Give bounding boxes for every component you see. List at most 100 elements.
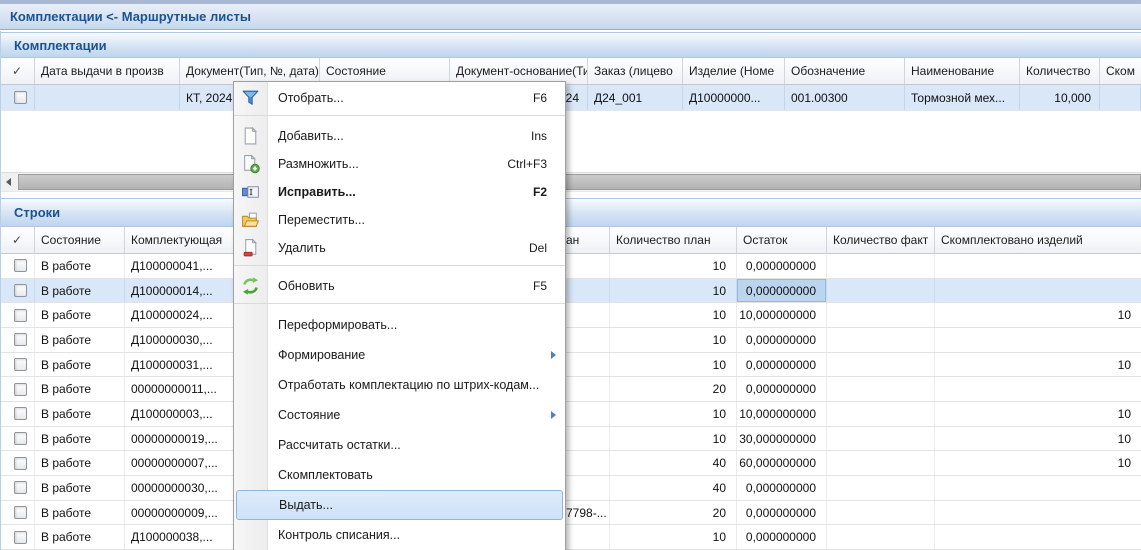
- cell-date-issued[interactable]: [35, 85, 180, 110]
- cell-assembled-items[interactable]: 10: [935, 451, 1141, 475]
- cell-remainder[interactable]: 0,000000000: [737, 254, 827, 278]
- cell-checkbox[interactable]: [0, 254, 35, 278]
- row-checkbox[interactable]: [14, 383, 27, 396]
- row-checkbox[interactable]: [14, 333, 27, 346]
- table-row[interactable]: В работе Д100000024,... 10 10,000000000 …: [0, 303, 1141, 328]
- cell-qty-plan[interactable]: 20: [610, 377, 737, 401]
- cell-assembled-items[interactable]: [935, 254, 1141, 278]
- cell-state[interactable]: В работе: [35, 303, 125, 327]
- cell-part[interactable]: 00000000009,...: [125, 501, 237, 525]
- row-checkbox[interactable]: [14, 358, 27, 371]
- cell-assembled-items[interactable]: [935, 525, 1141, 549]
- column-header-state[interactable]: Состояние: [35, 227, 125, 253]
- cell-qty-fact[interactable]: [827, 254, 935, 278]
- cell-state[interactable]: В работе: [35, 254, 125, 278]
- cell-state[interactable]: В работе: [35, 525, 125, 549]
- cell-qty-fact[interactable]: [827, 476, 935, 500]
- cell-checkbox[interactable]: [0, 85, 35, 110]
- cell-checkbox[interactable]: [0, 303, 35, 327]
- column-header-qty-fact[interactable]: Количество факт: [827, 227, 935, 253]
- column-header-select-all[interactable]: ✓: [0, 227, 35, 253]
- column-header-qty-plan[interactable]: Количество план: [610, 227, 737, 253]
- column-header-product[interactable]: Изделие (Номе: [683, 58, 785, 84]
- cell-checkbox[interactable]: [0, 279, 35, 303]
- cell-checkbox[interactable]: [0, 402, 35, 426]
- cell-part[interactable]: Д100000014,...: [125, 279, 237, 303]
- cell-part[interactable]: Д100000030,...: [125, 328, 237, 352]
- cell-qty-plan[interactable]: 20: [610, 501, 737, 525]
- context-menu-item[interactable]: Удалить Del: [234, 234, 565, 262]
- column-header-select-all[interactable]: ✓: [0, 58, 35, 84]
- cell-assembled-items[interactable]: [935, 377, 1141, 401]
- cell-state[interactable]: В работе: [35, 377, 125, 401]
- cell-qty-fact[interactable]: [827, 402, 935, 426]
- cell-product[interactable]: Д10000000...: [683, 85, 785, 110]
- scroll-left-button[interactable]: [0, 173, 17, 191]
- context-menu-item[interactable]: Формирование: [234, 340, 565, 370]
- cell-assembled-items[interactable]: [935, 279, 1141, 303]
- cell-remainder[interactable]: 0,000000000: [737, 353, 827, 377]
- cell-remainder[interactable]: 10,000000000: [737, 303, 827, 327]
- column-header-quantity[interactable]: Количество: [1020, 58, 1100, 84]
- cell-part[interactable]: 00000000011,...: [125, 377, 237, 401]
- context-menu-item[interactable]: Рассчитать остатки...: [234, 430, 565, 460]
- row-checkbox[interactable]: [14, 309, 27, 322]
- table-row[interactable]: В работе 00000000030,... 40 0,000000000: [0, 476, 1141, 501]
- context-menu-item[interactable]: Исправить... F2: [234, 178, 565, 206]
- cell-qty-fact[interactable]: [827, 525, 935, 549]
- cell-state[interactable]: В работе: [35, 451, 125, 475]
- cell-qty-plan[interactable]: 10: [610, 525, 737, 549]
- cell-quantity[interactable]: 10,000: [1020, 85, 1100, 110]
- cell-state[interactable]: В работе: [35, 353, 125, 377]
- cell-checkbox[interactable]: [0, 476, 35, 500]
- column-header-designation[interactable]: Обозначение: [785, 58, 905, 84]
- cell-state[interactable]: В работе: [35, 402, 125, 426]
- cell-assembled-items[interactable]: [935, 476, 1141, 500]
- cell-assembled-items[interactable]: 10: [935, 303, 1141, 327]
- column-header-remainder[interactable]: Остаток: [737, 227, 827, 253]
- cell-qty-plan[interactable]: 10: [610, 279, 737, 303]
- cell-qty-plan[interactable]: 10: [610, 254, 737, 278]
- cell-designation[interactable]: 001.00300: [785, 85, 905, 110]
- row-checkbox[interactable]: [14, 432, 27, 445]
- context-menu-item[interactable]: Состояние: [234, 400, 565, 430]
- cell-state[interactable]: В работе: [35, 427, 125, 451]
- table-row[interactable]: В работе 00000000009,... 7798-... 20 0,0…: [0, 501, 1141, 526]
- cell-qty-plan[interactable]: 40: [610, 451, 737, 475]
- cell-remainder[interactable]: 0,000000000: [737, 476, 827, 500]
- table-row[interactable]: В работе Д100000003,... 10 10,000000000 …: [0, 402, 1141, 427]
- cell-part[interactable]: 00000000019,...: [125, 427, 237, 451]
- cell-qty-fact[interactable]: [827, 279, 935, 303]
- cell-state[interactable]: В работе: [35, 501, 125, 525]
- column-header-date-issued[interactable]: Дата выдачи в произв: [35, 58, 180, 84]
- table-row[interactable]: В работе Д100000041,... 10 0,000000000: [0, 254, 1141, 279]
- table-row[interactable]: В работе 00000000007,... 40 60,000000000…: [0, 451, 1141, 476]
- cell-qty-plan[interactable]: 10: [610, 328, 737, 352]
- cell-assembled[interactable]: [1100, 85, 1141, 110]
- cell-qty-fact[interactable]: [827, 377, 935, 401]
- cell-state[interactable]: В работе: [35, 279, 125, 303]
- cell-remainder[interactable]: 0,000000000: [737, 279, 827, 303]
- context-menu-item[interactable]: Размножить... Ctrl+F3: [234, 150, 565, 178]
- context-menu-item[interactable]: [234, 115, 565, 122]
- table-row[interactable]: В работе Д100000031,... 10 0,000000000 1…: [0, 353, 1141, 378]
- cell-part[interactable]: 00000000007,...: [125, 451, 237, 475]
- table-row[interactable]: В работе Д100000014,... 10 0,000000000: [0, 279, 1141, 304]
- context-menu-item[interactable]: Скомплектовать: [234, 460, 565, 490]
- cell-qty-plan[interactable]: 40: [610, 476, 737, 500]
- cell-part[interactable]: Д100000003,...: [125, 402, 237, 426]
- cell-part[interactable]: Д100000038,...: [125, 525, 237, 549]
- cell-name[interactable]: Тормозной мех...: [905, 85, 1020, 110]
- cell-checkbox[interactable]: [0, 525, 35, 549]
- cell-qty-fact[interactable]: [827, 328, 935, 352]
- context-menu-item[interactable]: Добавить... Ins: [234, 122, 565, 150]
- cell-order[interactable]: Д24_001: [588, 85, 683, 110]
- table-row[interactable]: В работе 00000000019,... 10 30,000000000…: [0, 427, 1141, 452]
- cell-qty-fact[interactable]: [827, 501, 935, 525]
- cell-qty-plan[interactable]: 10: [610, 303, 737, 327]
- cell-qty-fact[interactable]: [827, 303, 935, 327]
- context-menu-item[interactable]: Переместить...: [234, 206, 565, 234]
- cell-qty-fact[interactable]: [827, 427, 935, 451]
- column-header-part[interactable]: Комплектующая: [125, 227, 237, 253]
- column-header-assembled[interactable]: Ском: [1100, 58, 1141, 84]
